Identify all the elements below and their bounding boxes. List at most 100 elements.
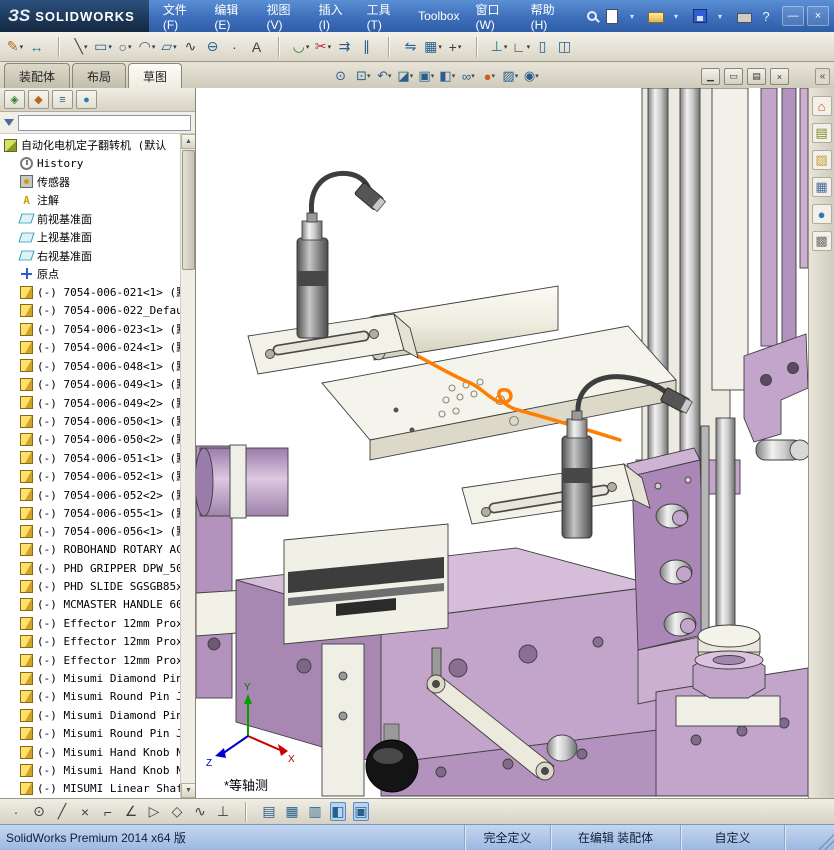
- tangent-snap-icon[interactable]: ▷: [143, 800, 165, 824]
- line-icon[interactable]: ╲ ▾: [70, 35, 92, 59]
- panel-left-icon[interactable]: ▤: [258, 800, 280, 824]
- tree-item[interactable]: History: [0, 154, 180, 172]
- tree-item[interactable]: (-) 7054-006-049<2> (默: [0, 393, 180, 411]
- sep[interactable]: [268, 35, 290, 59]
- open-document-caret[interactable]: ▾: [668, 5, 688, 27]
- previous-view-icon[interactable]: ↶ ▾: [376, 66, 396, 86]
- tree-item[interactable]: (-) 7054-006-051<1> (默: [0, 449, 180, 467]
- tree-item[interactable]: 右视基准面: [0, 246, 180, 264]
- menu-item[interactable]: 帮助(H): [523, 0, 576, 36]
- save-icon[interactable]: [690, 5, 710, 27]
- tree-item[interactable]: 注解: [0, 191, 180, 209]
- center-snap-icon[interactable]: ⊙: [28, 800, 50, 824]
- solidworks-resources-icon[interactable]: ⌂: [811, 96, 832, 116]
- convert-entities-icon[interactable]: ⇉: [334, 35, 356, 59]
- tree-item[interactable]: (-) ROBOHAND ROTARY ACT: [0, 541, 180, 559]
- tree-item[interactable]: (-) 7054-006-048<1> (默: [0, 357, 180, 375]
- model-3d[interactable]: [196, 88, 808, 797]
- doc-restore-button[interactable]: ▭: [724, 68, 743, 85]
- view-palette-icon[interactable]: ▦: [811, 177, 832, 197]
- tree-item[interactable]: 原点: [0, 265, 180, 283]
- panel-right-icon[interactable]: ▥: [304, 800, 326, 824]
- configurationmanager-tab[interactable]: ≡: [52, 90, 73, 109]
- zoom-fit-icon[interactable]: ⊙: [334, 66, 354, 86]
- appearances-icon[interactable]: ●: [811, 204, 832, 224]
- section-view-icon[interactable]: ◪ ▾: [397, 66, 417, 86]
- smart-dimension-icon[interactable]: ↔: [26, 35, 48, 59]
- doc-close-button[interactable]: ×: [770, 68, 789, 85]
- menu-item[interactable]: 窗口(W): [467, 0, 522, 36]
- perpendicular-snap-icon[interactable]: ⌐: [97, 800, 119, 824]
- tree-item[interactable]: (-) Misumi Diamond Pin: [0, 706, 180, 724]
- mirror-entities-icon[interactable]: ⇋: [400, 35, 422, 59]
- help-icon[interactable]: ?: [756, 5, 776, 27]
- new-document-caret[interactable]: ▾: [624, 5, 644, 27]
- tree-item[interactable]: 上视基准面: [0, 228, 180, 246]
- tree-item[interactable]: 传感器: [0, 173, 180, 191]
- spline-snap-icon[interactable]: ∿: [189, 800, 211, 824]
- doc-new-window-button[interactable]: ▤: [747, 68, 766, 85]
- minimize-button[interactable]: —: [782, 6, 804, 26]
- tree-item[interactable]: (-) Misumi Diamond Pin: [0, 669, 180, 687]
- tree-item[interactable]: (-) MCMASTER HANDLE 602: [0, 596, 180, 614]
- filter-input[interactable]: [18, 114, 191, 131]
- displaymanager-tab[interactable]: ●: [76, 90, 97, 109]
- viewport-four-icon[interactable]: ▣: [350, 800, 372, 824]
- scroll-down-button[interactable]: ▼: [181, 783, 195, 798]
- tree-item[interactable]: (-) Effector 12mm Prox1: [0, 651, 180, 669]
- search-button[interactable]: [581, 6, 602, 26]
- tree-scrollbar[interactable]: ▲ ▼: [180, 134, 195, 798]
- tree-item[interactable]: (-) PHD SLIDE SGSGB85x4: [0, 577, 180, 595]
- arc-icon[interactable]: ◠ ▾: [136, 35, 158, 59]
- tree-item[interactable]: (-) 7054-006-056<1> (默: [0, 522, 180, 540]
- tree-item[interactable]: 前视基准面: [0, 210, 180, 228]
- tree-item[interactable]: (-) Misumi Round Pin J: [0, 688, 180, 706]
- propertymanager-tab[interactable]: ◆: [28, 90, 49, 109]
- menu-item[interactable]: 编辑(E): [206, 0, 258, 36]
- rectangle-icon[interactable]: ▭ ▾: [92, 35, 114, 59]
- resize-grip[interactable]: [818, 825, 834, 850]
- status-custom[interactable]: 自定义: [680, 825, 784, 850]
- tree-item[interactable]: (-) 7054-006-055<1> (默: [0, 504, 180, 522]
- sketch-icon[interactable]: ✎ ▾: [4, 35, 26, 59]
- new-document-icon[interactable]: [602, 5, 622, 27]
- display-relations-icon[interactable]: ⊥ ▾: [488, 35, 510, 59]
- tree-item[interactable]: (-) Effector 12mm Prox1: [0, 614, 180, 632]
- offset-entities-icon[interactable]: ∥: [356, 35, 378, 59]
- featuremanager-tab[interactable]: ◈: [4, 90, 25, 109]
- sep[interactable]: [378, 35, 400, 59]
- tree-item[interactable]: (-) Effector 12mm Prox1: [0, 633, 180, 651]
- print-icon[interactable]: [734, 5, 754, 27]
- close-button[interactable]: ×: [807, 6, 829, 26]
- tree-item[interactable]: (-) 7054-006-049<1> (默: [0, 375, 180, 393]
- tree-item[interactable]: (-) 7054-006-024<1> (默: [0, 338, 180, 356]
- sketch-picture-icon[interactable]: ◫: [554, 35, 576, 59]
- view-settings-icon[interactable]: ◉ ▾: [523, 66, 543, 86]
- scroll-up-button[interactable]: ▲: [181, 134, 195, 149]
- viewport-two-icon[interactable]: ◧: [327, 800, 349, 824]
- spline-icon[interactable]: ∿: [180, 35, 202, 59]
- quick-snaps-icon[interactable]: ∟ ▾: [510, 35, 532, 59]
- commandmanager-tab[interactable]: 布局: [72, 63, 127, 88]
- apply-scene-icon[interactable]: ▨ ▾: [502, 66, 522, 86]
- tree-item[interactable]: (-) PHD GRIPPER DPW_500: [0, 559, 180, 577]
- rapid-sketch-icon[interactable]: ▯: [532, 35, 554, 59]
- tree-item[interactable]: (-) Misumi Hand Knob NK: [0, 743, 180, 761]
- line-snap-icon[interactable]: ╱: [51, 800, 73, 824]
- menu-item[interactable]: 文件(F): [155, 0, 207, 36]
- menu-item[interactable]: 插入(I): [311, 0, 359, 36]
- text-icon[interactable]: A: [246, 35, 268, 59]
- fillet-icon[interactable]: ◡ ▾: [290, 35, 312, 59]
- angle-snap-icon[interactable]: ∠: [120, 800, 142, 824]
- move-entities-icon[interactable]: + ▾: [444, 35, 466, 59]
- tree-item[interactable]: (-) 7054-006-052<1> (默: [0, 467, 180, 485]
- tree-item[interactable]: (-) 7054-006-050<2> (默: [0, 430, 180, 448]
- grid-snap-icon[interactable]: ⊥: [212, 800, 234, 824]
- menu-item[interactable]: 视图(V): [259, 0, 311, 36]
- design-library-icon[interactable]: ▤: [811, 123, 832, 143]
- hide-show-items-icon[interactable]: ∞ ▾: [460, 66, 480, 86]
- open-document-icon[interactable]: [646, 5, 666, 27]
- graphics-viewport[interactable]: Y X Z *等轴测: [196, 88, 808, 798]
- tree-item[interactable]: (-) Misumi Round Pin J: [0, 725, 180, 743]
- circle-icon[interactable]: ○ ▾: [114, 35, 136, 59]
